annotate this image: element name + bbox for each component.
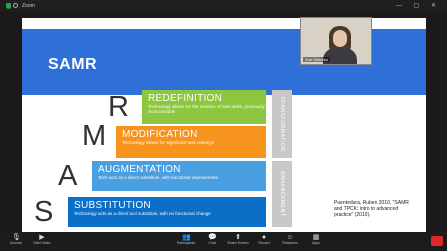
meeting-toolbar: 🎙 Unmute ▶ Start Video 👥 Participants 💬 …	[0, 232, 447, 251]
window-title: Zoom	[22, 3, 35, 9]
unmute-button[interactable]: 🎙 Unmute	[4, 234, 28, 246]
level-description: Technology allows for the creation of ne…	[148, 104, 265, 114]
meeting-info-icon[interactable]	[13, 3, 18, 8]
chat-icon: 💬	[208, 234, 217, 241]
letter-s: S	[34, 196, 54, 228]
level-description: Technology acts as a direct tool substit…	[74, 211, 211, 216]
side-tag-label: TRANSFORMATION	[279, 96, 285, 152]
apps-button[interactable]: ▦ Apps	[304, 234, 328, 246]
chat-button[interactable]: 💬 Chat	[200, 234, 224, 246]
transformation-tag: TRANSFORMATION	[272, 90, 292, 158]
level-substitution: SUBSTITUTION Technology acts as a direct…	[68, 197, 266, 227]
reactions-button[interactable]: ☺ Reactions	[278, 234, 302, 246]
side-tag-label: ENHANCEMENT	[279, 171, 285, 217]
participants-button[interactable]: 👥 Participants	[174, 234, 198, 246]
level-title: AUGMENTATION	[98, 164, 181, 175]
level-description: Technology allows for significant task r…	[122, 140, 215, 145]
participants-icon: 👥	[182, 234, 191, 241]
slide-title: SAMR	[48, 56, 98, 73]
participant-video-tile[interactable]: Sue Shkurko	[300, 17, 372, 65]
level-description: Tech acts as a direct substitute, with f…	[98, 175, 218, 180]
participant-face	[333, 30, 347, 47]
window-title-bar: Zoom — ▢ ✕	[0, 0, 447, 12]
record-icon: ●	[261, 234, 267, 241]
letter-m: M	[82, 120, 107, 152]
share-screen-icon: ⬆	[235, 234, 241, 241]
reactions-icon: ☺	[286, 234, 294, 241]
enhancement-tag: ENHANCEMENT	[272, 161, 292, 227]
apps-icon: ▦	[312, 234, 320, 241]
reference-citation: Puentedura, Ruben 2010, "SAMR and TPCK: …	[334, 200, 409, 218]
video-icon: ▶	[39, 234, 45, 241]
level-augmentation: AUGMENTATION Tech acts as a direct subst…	[92, 161, 266, 191]
microphone-icon: 🎙	[12, 234, 21, 241]
level-redefinition: REDEFINITION Technology allows for the c…	[142, 90, 266, 124]
level-modification: MODIFICATION Technology allows for signi…	[116, 126, 266, 158]
security-shield-icon[interactable]	[6, 3, 11, 9]
participant-name: Sue Shkurko	[303, 57, 330, 62]
level-title: MODIFICATION	[122, 129, 198, 140]
window-controls[interactable]: — ▢ ✕	[396, 2, 441, 9]
share-screen-button[interactable]: ⬆ Share Screen	[226, 234, 250, 246]
letter-a: A	[58, 160, 78, 192]
end-meeting-button[interactable]	[431, 236, 443, 246]
level-title: REDEFINITION	[148, 93, 223, 104]
start-video-button[interactable]: ▶ Start Video	[30, 234, 54, 246]
level-title: SUBSTITUTION	[74, 200, 151, 211]
letter-r: R	[108, 91, 129, 123]
record-button[interactable]: ● Record	[252, 234, 276, 246]
